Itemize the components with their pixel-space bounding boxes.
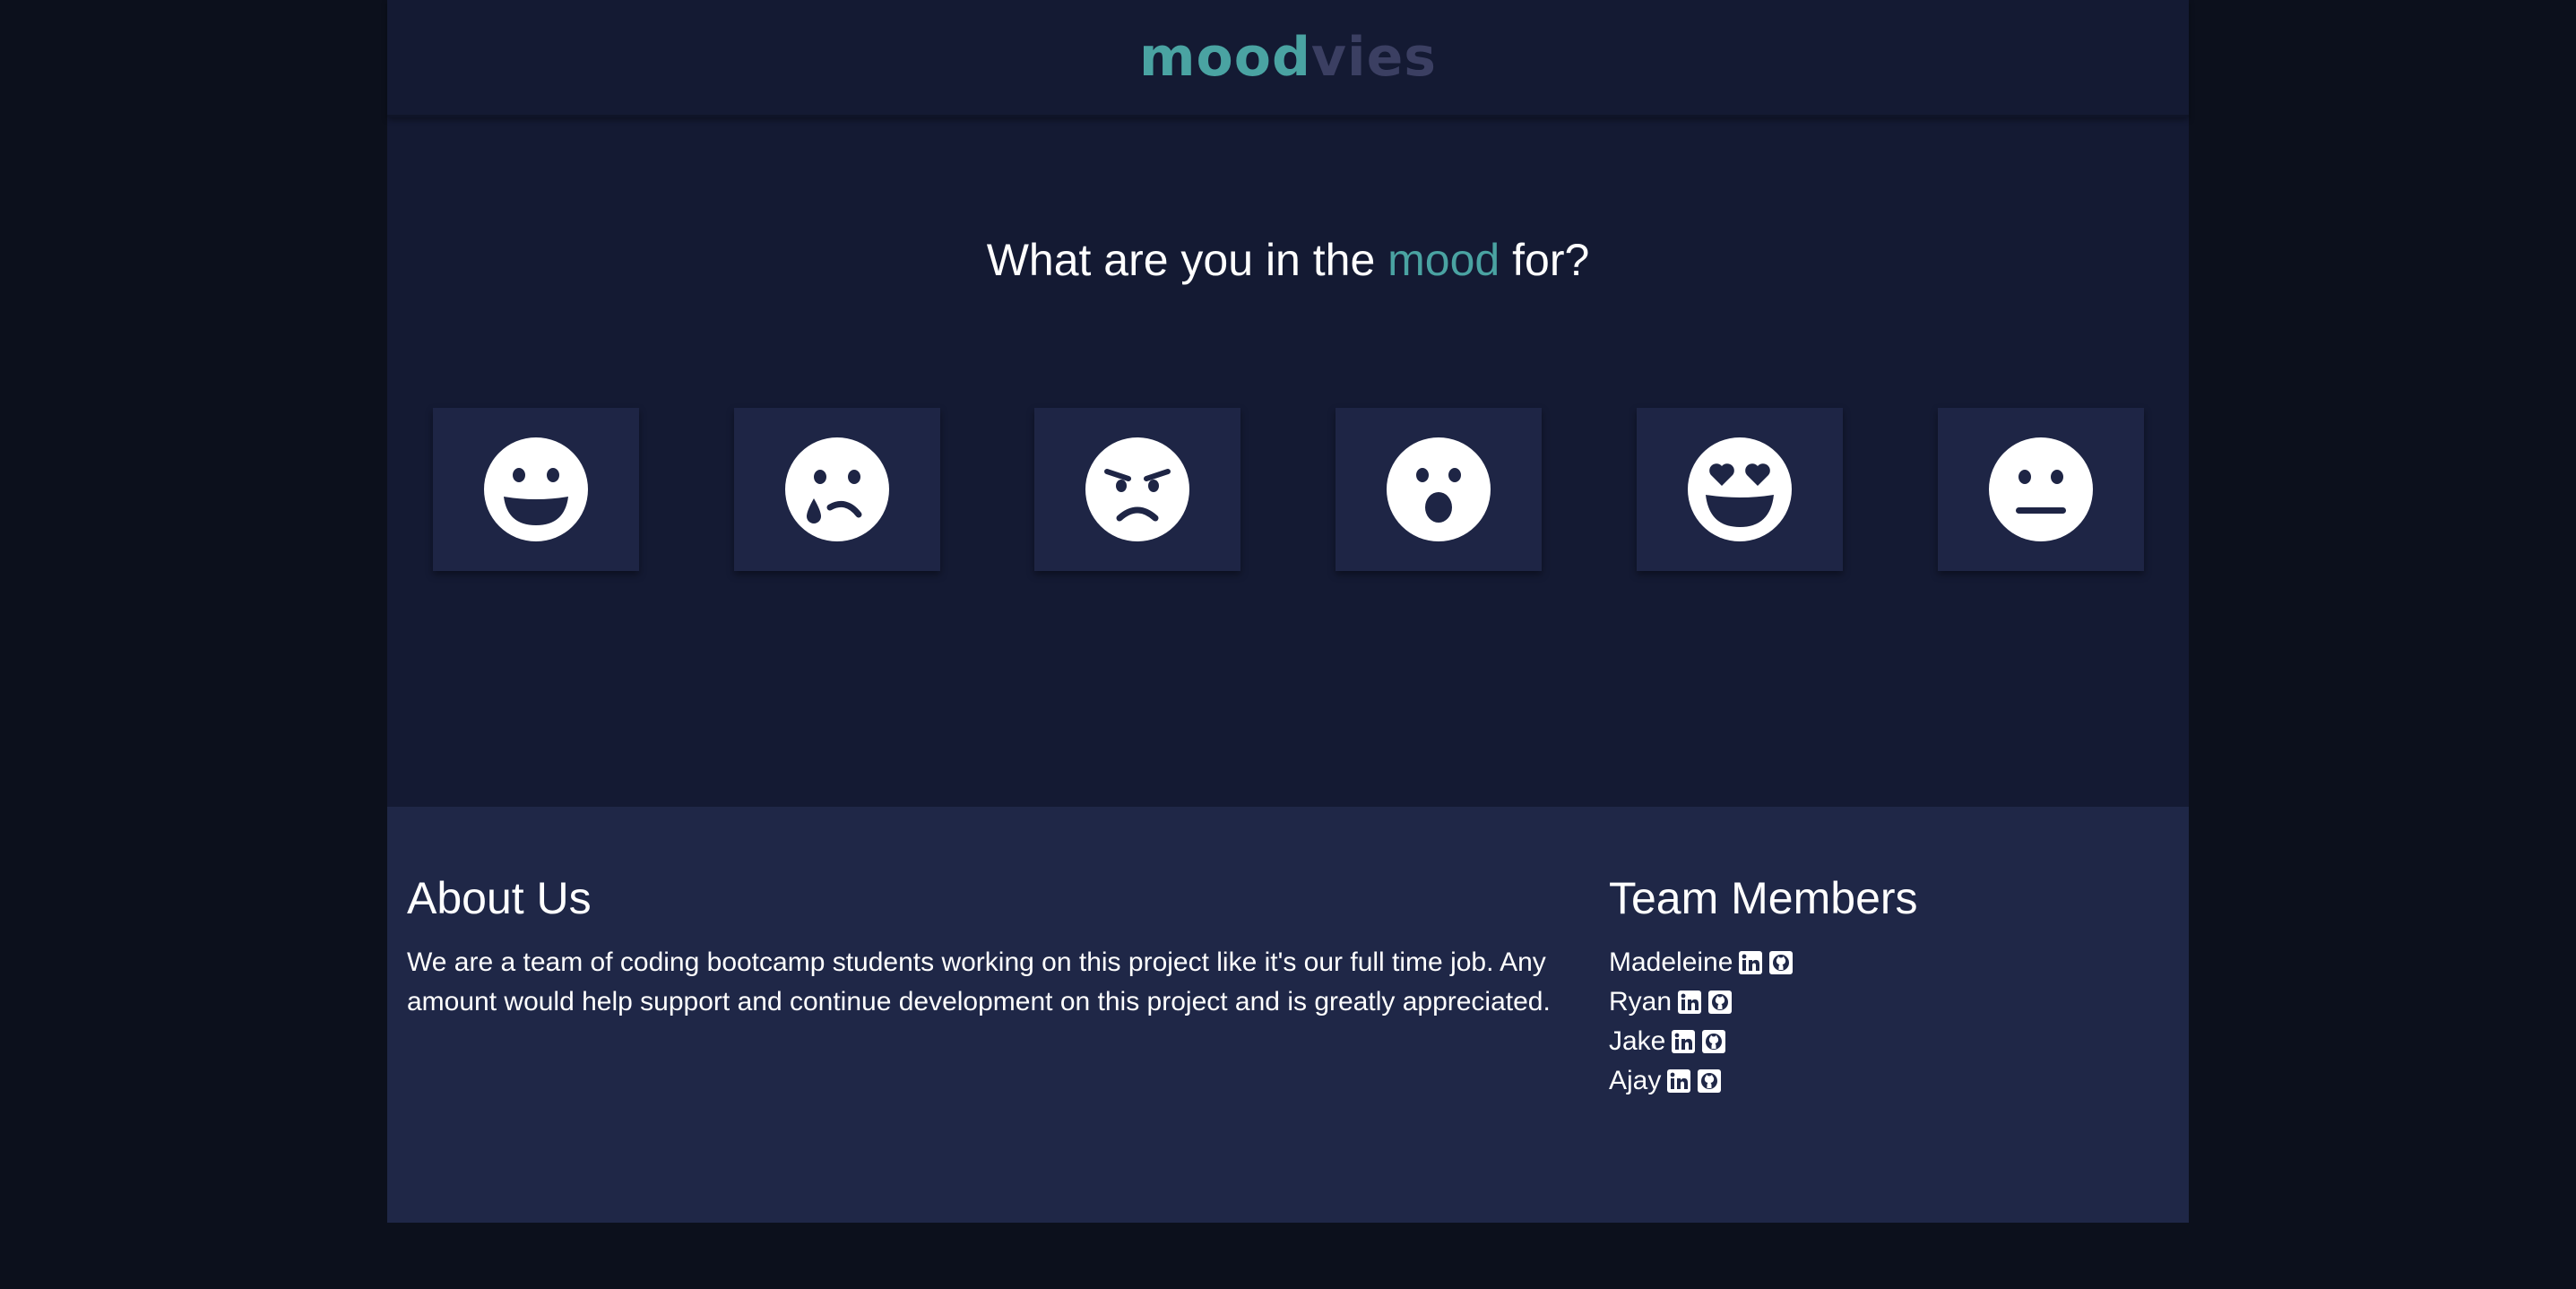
mood-button-sad[interactable] [734, 408, 940, 571]
neutral-face-icon [1989, 437, 2093, 541]
team-section: Team Members Madeleine Ryan Jake Ajay [1609, 869, 2165, 1101]
question-text-after: for? [1500, 235, 1590, 285]
github-icon[interactable] [1707, 990, 1733, 1015]
team-member: Ryan [1609, 982, 2165, 1022]
heart-eyes-face-icon [1688, 437, 1792, 541]
member-name: Ajay [1609, 1066, 1662, 1095]
mood-button-neutral[interactable] [1938, 408, 2144, 571]
team-member: Madeleine [1609, 943, 2165, 982]
surprised-face-icon [1387, 437, 1491, 541]
linkedin-icon[interactable] [1738, 950, 1763, 975]
linkedin-icon[interactable] [1677, 990, 1702, 1015]
mood-button-love[interactable] [1637, 408, 1843, 571]
mood-question: What are you in the mood for? [387, 229, 2189, 291]
about-text: We are a team of coding bootcamp student… [407, 947, 1551, 1016]
mood-button-surprised[interactable] [1336, 408, 1542, 571]
member-name: Madeleine [1609, 947, 1733, 977]
team-member: Jake [1609, 1022, 2165, 1061]
mood-button-happy[interactable] [433, 408, 639, 571]
question-accent-word: mood [1387, 235, 1500, 285]
team-list: Madeleine Ryan Jake Ajay [1609, 943, 2165, 1101]
linkedin-icon[interactable] [1666, 1068, 1691, 1094]
mood-button-angry[interactable] [1034, 408, 1240, 571]
crying-face-icon [785, 437, 889, 541]
team-title: Team Members [1609, 873, 1918, 923]
github-icon[interactable] [1768, 950, 1794, 975]
question-text-before: What are you in the [986, 235, 1388, 285]
member-name: Jake [1609, 1026, 1666, 1056]
about-title: About Us [407, 873, 592, 923]
logo-part-mood: mood [1138, 26, 1311, 89]
mood-selector [433, 408, 2145, 571]
logo-part-vies: vies [1310, 26, 1437, 89]
linkedin-icon[interactable] [1671, 1029, 1696, 1054]
member-name: Ryan [1609, 987, 1673, 1016]
page-container: moodvies What are you in the mood for? A… [387, 0, 2189, 1223]
team-member: Ajay [1609, 1061, 2165, 1101]
site-header: moodvies [387, 0, 2189, 117]
about-section: About Us We are a team of coding bootcam… [407, 869, 1572, 1022]
github-icon[interactable] [1697, 1068, 1722, 1094]
site-footer: About Us We are a team of coding bootcam… [387, 807, 2189, 1223]
github-icon[interactable] [1701, 1029, 1726, 1054]
angry-face-icon [1085, 437, 1189, 541]
site-logo[interactable]: moodvies [1139, 27, 1437, 88]
grinning-face-icon [484, 437, 588, 541]
